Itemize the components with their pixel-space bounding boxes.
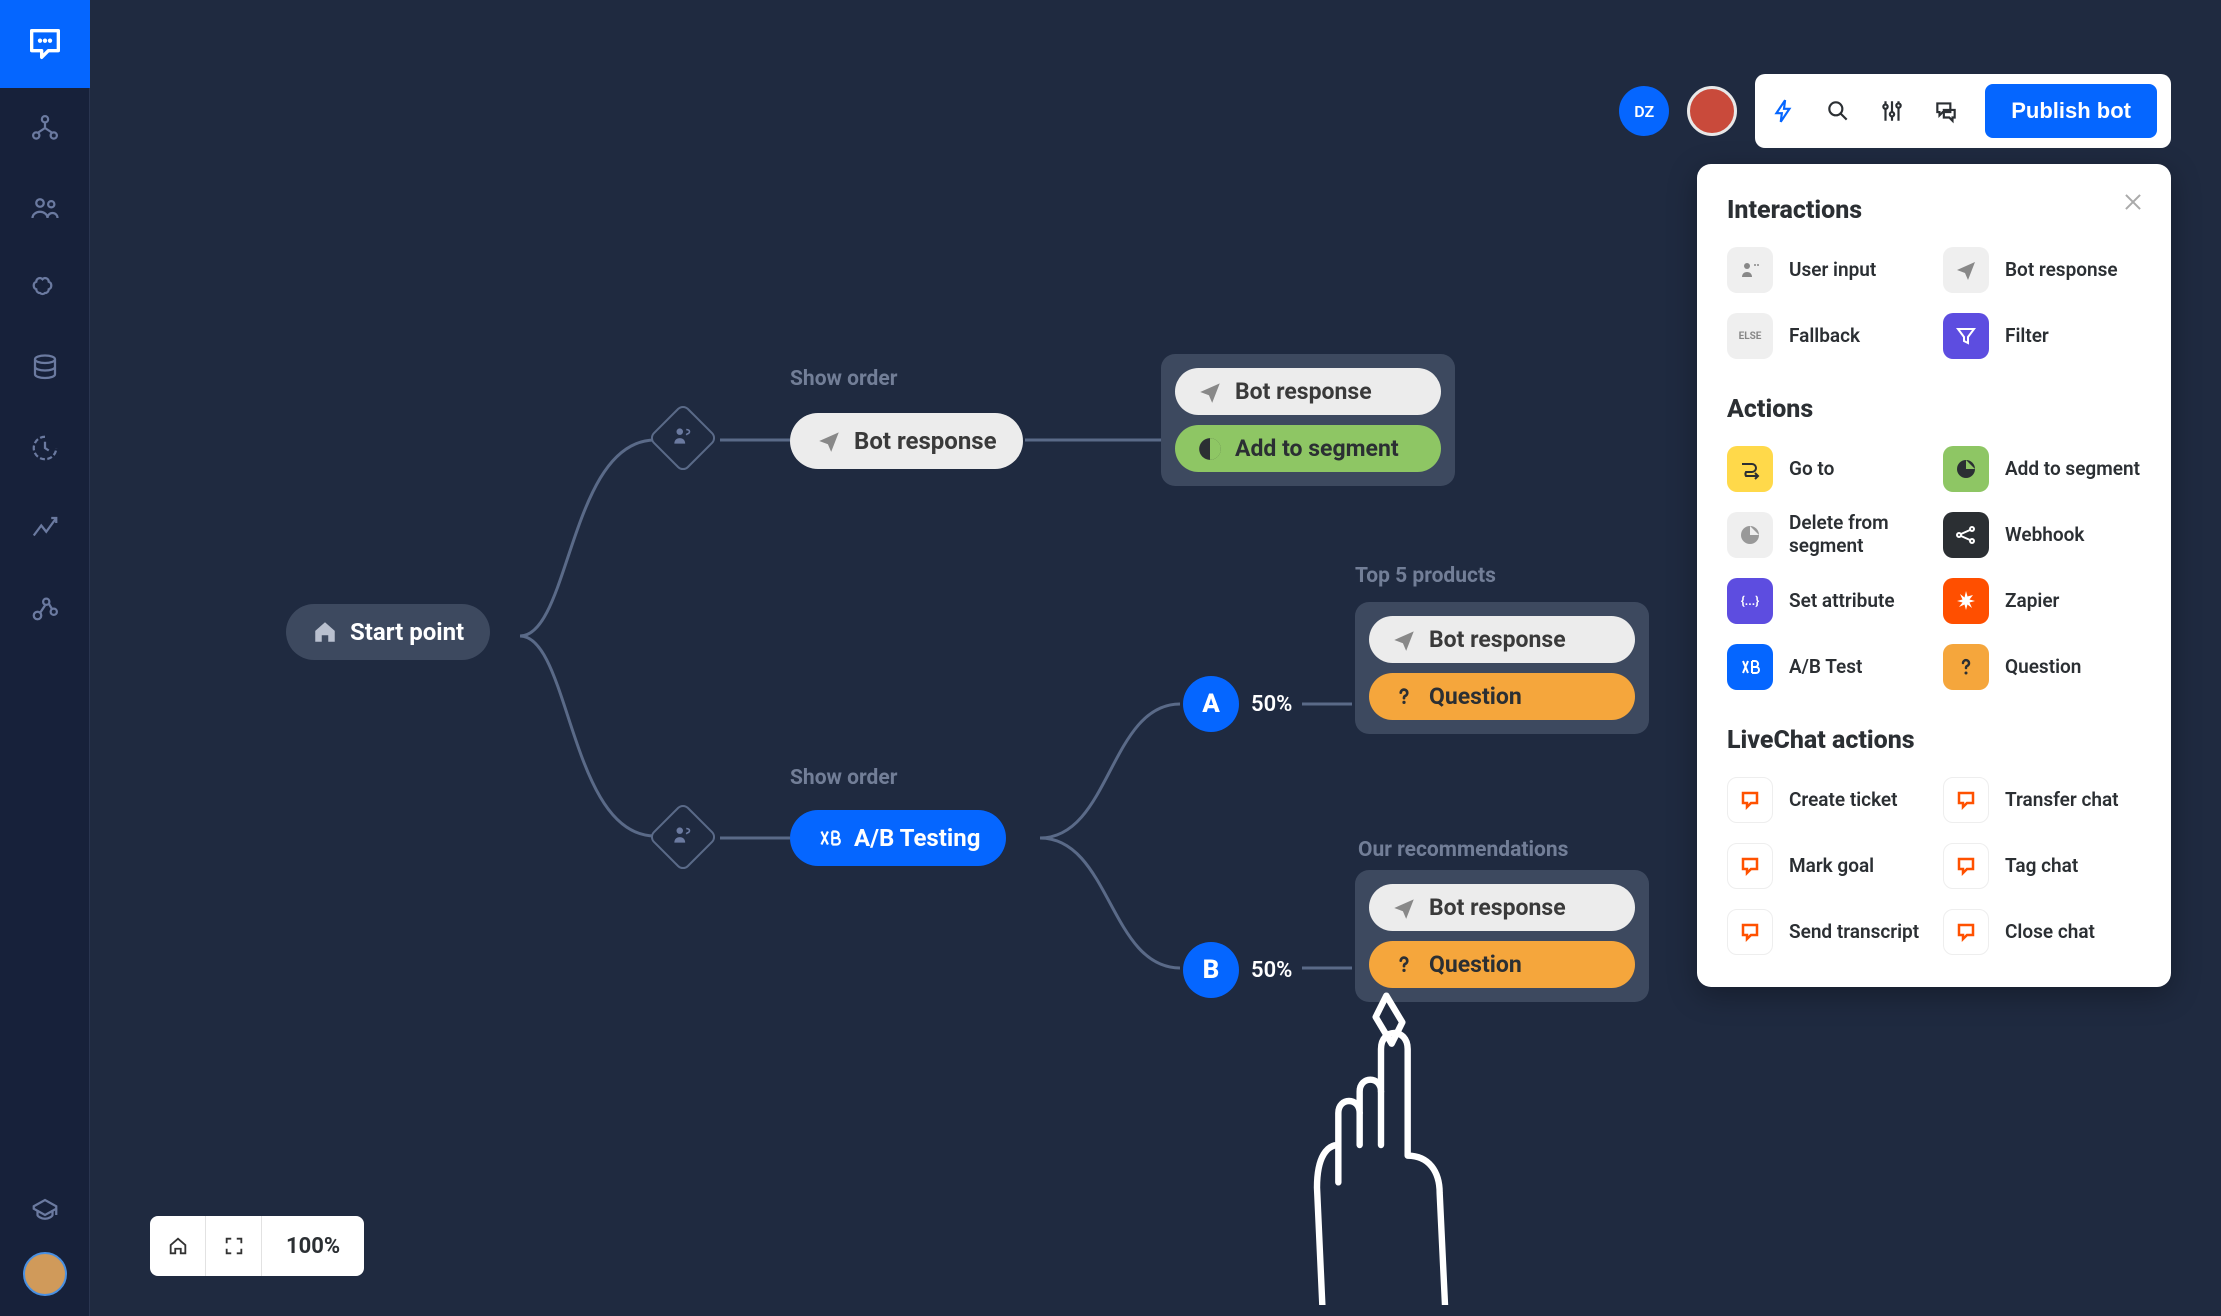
user-input-diamond-2[interactable] [648,802,719,873]
node1-title: Show order [790,367,897,391]
item-ab-test[interactable]: A/B Test [1727,644,1925,690]
sidebar-flow-icon[interactable] [25,108,65,148]
bot-response-1-label: Bot response [854,427,997,455]
item-webhook[interactable]: Webhook [1943,512,2141,558]
box3-question[interactable]: Question [1369,941,1635,988]
box2-question[interactable]: Question [1369,673,1635,720]
left-sidebar [0,0,90,1316]
bot-response-node-1[interactable]: Bot response [790,413,1023,469]
item-zapier[interactable]: Zapier [1943,578,2141,624]
box2-botresponse[interactable]: Bot response [1369,616,1635,663]
item-transfer-chat[interactable]: Transfer chat [1943,777,2141,823]
zoom-value[interactable]: 100% [262,1234,364,1259]
item-question[interactable]: Question [1943,644,2141,690]
box3-botresponse[interactable]: Bot response [1369,884,1635,931]
item-send-transcript[interactable]: Send transcript [1727,909,1925,955]
sidebar-help-icon[interactable] [25,1190,65,1230]
sidebar-analytics-icon[interactable] [25,508,65,548]
item-user-input[interactable]: User input [1727,247,1925,293]
app-logo[interactable] [0,0,90,88]
sidebar-clock-icon[interactable] [25,428,65,468]
item-mark-goal[interactable]: Mark goal [1727,843,1925,889]
box1-botresponse[interactable]: Bot response [1175,368,1441,415]
item-delete-segment[interactable]: Delete from segment [1727,512,1925,558]
panel-section-interactions: Interactions [1727,196,2141,225]
item-filter[interactable]: Filter [1943,313,2141,359]
sidebar-brain-icon[interactable] [25,268,65,308]
abtesting-label: A/B Testing [854,824,980,852]
box1-addsegment[interactable]: Add to segment [1175,425,1441,472]
variant-a[interactable]: A 50% [1183,676,1292,732]
item-bot-response[interactable]: Bot response [1943,247,2141,293]
item-fallback[interactable]: ELSEFallback [1727,313,1925,359]
item-create-ticket[interactable]: Create ticket [1727,777,1925,823]
item-add-segment[interactable]: Add to segment [1943,446,2141,492]
sidebar-users-icon[interactable] [25,188,65,228]
item-close-chat[interactable]: Close chat [1943,909,2141,955]
node-box-3[interactable]: Bot response Question [1355,870,1649,1002]
start-node[interactable]: Start point [286,604,490,660]
node-box-1[interactable]: Bot response Add to segment [1161,354,1455,486]
box3-title: Our recommendations [1358,838,1568,862]
user-input-diamond-1[interactable] [648,403,719,474]
pointing-hand-decoration [1250,985,1480,1305]
node-box-2[interactable]: Bot response Question [1355,602,1649,734]
item-goto[interactable]: Go to [1727,446,1925,492]
item-tag-chat[interactable]: Tag chat [1943,843,2141,889]
node2-title: Show order [790,766,897,790]
zoom-fit-icon[interactable] [206,1216,262,1276]
sidebar-integrations-icon[interactable] [25,588,65,628]
sidebar-database-icon[interactable] [25,348,65,388]
start-label: Start point [350,618,464,646]
item-set-attribute[interactable]: {...}Set attribute [1727,578,1925,624]
zoom-control: 100% [150,1216,364,1276]
interactions-panel: Interactions User input Bot response ELS… [1697,164,2171,987]
zoom-home-icon[interactable] [150,1216,206,1276]
box2-title: Top 5 products [1355,564,1496,588]
sidebar-avatar[interactable] [23,1252,67,1296]
close-icon[interactable] [2121,190,2145,214]
abtesting-node[interactable]: A/B Testing [790,810,1006,866]
variant-b[interactable]: B 50% [1183,942,1292,998]
panel-section-actions: Actions [1727,395,2141,424]
panel-section-livechat: LiveChat actions [1727,726,2141,755]
